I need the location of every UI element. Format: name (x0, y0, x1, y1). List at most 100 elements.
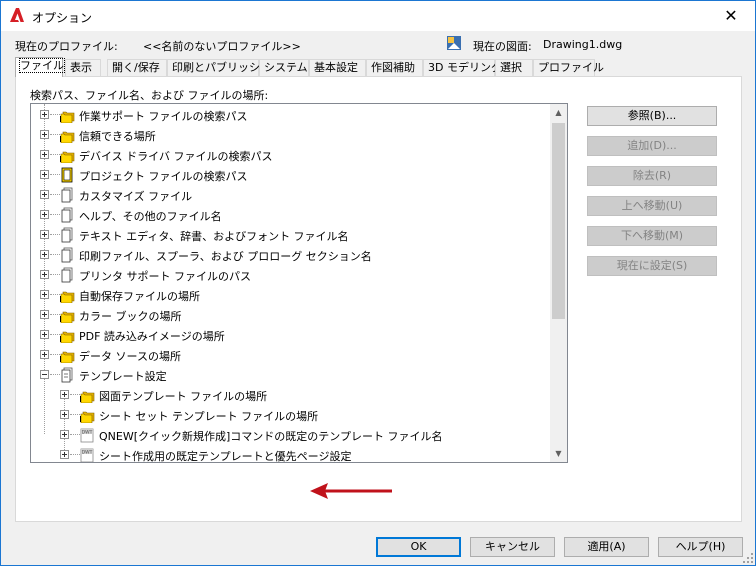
expand-toggle-icon[interactable] (40, 190, 49, 199)
help-button[interactable]: ヘルプ(H) (658, 537, 743, 557)
folder-stack-icon (80, 411, 95, 423)
tree-item-label: 信頼できる場所 (79, 130, 156, 143)
folder-stack-icon (60, 151, 75, 163)
tab-selection[interactable]: 選択 (495, 59, 533, 76)
tree-item[interactable]: 作業サポート ファイルの検索パス (31, 105, 551, 125)
tree-item-label: 作業サポート ファイルの検索パス (79, 110, 248, 123)
tab-system[interactable]: システム (259, 59, 309, 76)
expand-toggle-icon[interactable] (40, 250, 49, 259)
add-button[interactable]: 追加(D)... (587, 136, 717, 156)
tree-item[interactable]: カスタマイズ ファイル (31, 185, 551, 205)
tree-item-label: シート セット テンプレート ファイルの場所 (99, 410, 319, 423)
tree-item-label: QNEW[クイック新規作成]コマンドの既定のテンプレート ファイル名 (99, 430, 443, 443)
resize-grip-icon[interactable] (743, 553, 753, 563)
options-dialog: オプション ✕ 現在のプロファイル: <<名前のないプロファイル>> 現在の図面… (0, 0, 756, 566)
tab-drafting[interactable]: 作図補助 (366, 59, 423, 76)
expand-toggle-icon[interactable] (40, 170, 49, 179)
folder-stack-icon (60, 131, 75, 143)
scroll-up-arrow[interactable]: ▲ (550, 104, 567, 121)
document-stack-icon (61, 267, 73, 283)
red-annotation-arrow (310, 483, 392, 499)
remove-button[interactable]: 除去(R) (587, 166, 717, 186)
ok-button[interactable]: OK (376, 537, 461, 557)
tree-item[interactable]: デバイス ドライバ ファイルの検索パス (31, 145, 551, 165)
move-up-button[interactable]: 上へ移動(U) (587, 196, 717, 216)
tab-display[interactable]: 表示 (65, 59, 101, 76)
expand-toggle-icon[interactable] (60, 450, 69, 459)
expand-toggle-icon[interactable] (40, 210, 49, 219)
template-settings-icon (61, 367, 73, 383)
svg-text:DWT: DWT (82, 430, 93, 436)
tree-item[interactable]: プロジェクト ファイルの検索パス (31, 165, 551, 185)
expand-toggle-icon[interactable] (40, 130, 49, 139)
tree-item[interactable]: データ ソースの場所 (31, 345, 551, 365)
move-down-button[interactable]: 下へ移動(M) (587, 226, 717, 246)
folder-stack-icon (60, 351, 75, 363)
tree-item-label: デバイス ドライバ ファイルの検索パス (79, 150, 273, 163)
tab-open-save[interactable]: 開く/保存 (107, 59, 167, 76)
tab-plot-publish[interactable]: 印刷とパブリッシュ (167, 59, 271, 76)
tab-3d-modeling[interactable]: 3D モデリング (423, 59, 502, 76)
scroll-down-arrow[interactable]: ▼ (550, 445, 567, 462)
document-stack-icon (61, 247, 73, 263)
current-drawing-value: Drawing1.dwg (543, 38, 623, 51)
tab-files-label: ファイル (19, 58, 65, 73)
cancel-button[interactable]: キャンセル (470, 537, 555, 557)
search-paths-tree[interactable]: 作業サポート ファイルの検索パス 信頼できる場所デバイス ドライバ ファイルの検索… (30, 103, 568, 463)
tree-item[interactable]: PDF 読み込みイメージの場所 (31, 325, 551, 345)
tree-item-label: プロジェクト ファイルの検索パス (79, 170, 248, 183)
tree-item-label: PDF 読み込みイメージの場所 (79, 330, 225, 343)
document-stack-icon (61, 207, 73, 223)
tree-item-label: カスタマイズ ファイル (79, 190, 193, 203)
expand-toggle-icon[interactable] (60, 390, 69, 399)
search-paths-label: 検索パス、ファイル名、および ファイルの場所: (30, 89, 269, 102)
expand-toggle-icon[interactable] (40, 270, 49, 279)
tree-vertical-scrollbar[interactable]: ▲ ▼ (550, 104, 567, 462)
document-stack-icon (61, 187, 73, 203)
tree-item-label: シート作成用の既定テンプレートと優先ページ設定 (99, 450, 352, 463)
apply-button[interactable]: 適用(A) (564, 537, 649, 557)
current-profile-label: 現在のプロファイル: (15, 40, 118, 53)
tree-item[interactable]: テキスト エディタ、辞書、およびフォント ファイル名 (31, 225, 551, 245)
folder-stack-icon (60, 331, 75, 343)
expand-toggle-icon[interactable] (60, 430, 69, 439)
dwt-file-icon: DWT (80, 448, 94, 462)
tree-item[interactable]: シート セット テンプレート ファイルの場所 (31, 405, 551, 425)
expand-toggle-icon[interactable] (60, 410, 69, 419)
tree-item-label: ヘルプ、その他のファイル名 (79, 210, 222, 223)
expand-toggle-icon[interactable] (40, 150, 49, 159)
drawing-icon (447, 36, 461, 50)
tree-item[interactable]: DWT QNEW[クイック新規作成]コマンドの既定のテンプレート ファイル名 (31, 425, 551, 445)
close-button[interactable]: ✕ (711, 3, 751, 29)
tree-item[interactable]: 図面テンプレート ファイルの場所 (31, 385, 551, 405)
tree-item[interactable]: ヘルプ、その他のファイル名 (31, 205, 551, 225)
tree-item-label: カラー ブックの場所 (79, 310, 182, 323)
tree-item[interactable]: DWT シート作成用の既定テンプレートと優先ページ設定 (31, 445, 551, 463)
tree-item-label: 印刷ファイル、スプーラ、および プロローグ セクション名 (79, 250, 372, 263)
tree-item[interactable]: 信頼できる場所 (31, 125, 551, 145)
tab-user-preferences[interactable]: 基本設定 (309, 59, 366, 76)
collapse-toggle-icon[interactable] (40, 370, 49, 379)
tree-item[interactable]: カラー ブックの場所 (31, 305, 551, 325)
browse-button[interactable]: 参照(B)... (587, 106, 717, 126)
tree-item-label: データ ソースの場所 (79, 350, 181, 363)
tree-item[interactable]: テンプレート設定 (31, 365, 551, 385)
set-current-button[interactable]: 現在に設定(S) (587, 256, 717, 276)
tree-item[interactable]: プリンタ サポート ファイルのパス (31, 265, 551, 285)
folder-stack-icon (80, 391, 95, 403)
expand-toggle-icon[interactable] (40, 330, 49, 339)
scroll-thumb[interactable] (552, 123, 565, 319)
tree-item-label: 自動保存ファイルの場所 (79, 290, 200, 303)
tree-item-label: テキスト エディタ、辞書、およびフォント ファイル名 (79, 230, 349, 243)
tree-item[interactable]: 印刷ファイル、スプーラ、および プロローグ セクション名 (31, 245, 551, 265)
expand-toggle-icon[interactable] (40, 310, 49, 319)
window-title: オプション (32, 11, 93, 25)
expand-toggle-icon[interactable] (40, 230, 49, 239)
folder-stack-icon (60, 111, 75, 123)
expand-toggle-icon[interactable] (40, 290, 49, 299)
tab-profiles[interactable]: プロファイル (533, 59, 604, 76)
tree-item[interactable]: 自動保存ファイルの場所 (31, 285, 551, 305)
expand-toggle-icon[interactable] (40, 350, 49, 359)
expand-toggle-icon[interactable] (40, 110, 49, 119)
tab-files[interactable]: ファイル (15, 57, 65, 77)
